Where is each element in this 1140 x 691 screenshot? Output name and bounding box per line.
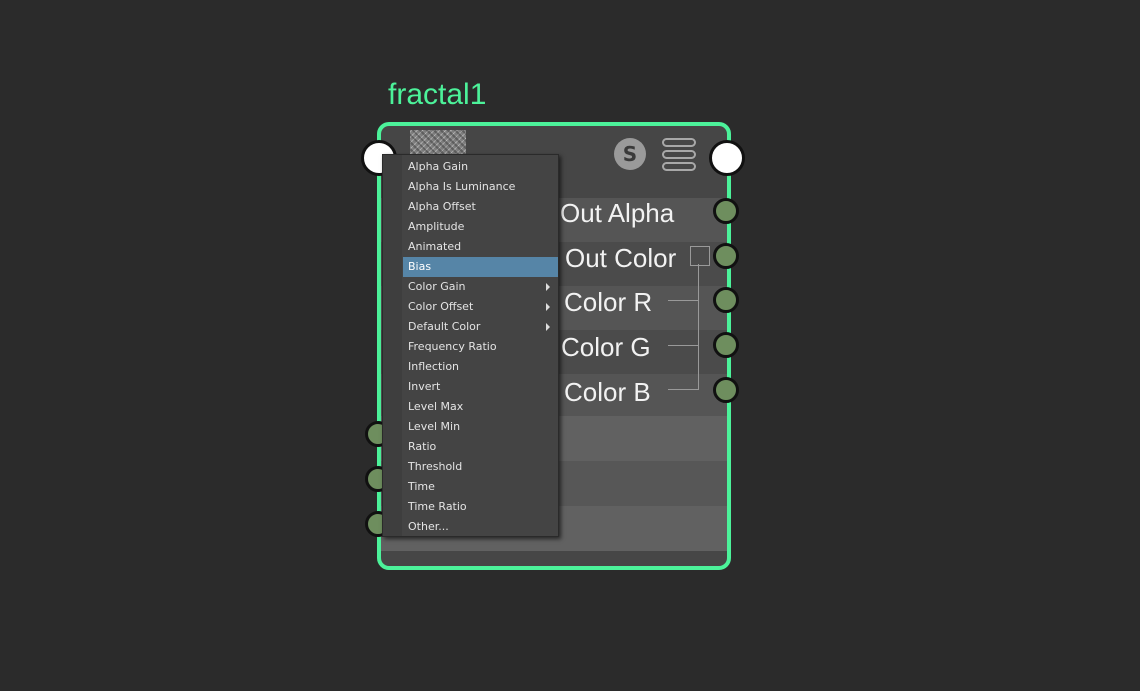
menu-item-amplitude[interactable]: Amplitude [403, 217, 558, 237]
attr-label-out-color: Out Color [565, 243, 677, 273]
port-out-color[interactable] [713, 243, 739, 269]
attr-label-out-alpha: Out Alpha [560, 198, 675, 228]
collapse-toggle[interactable] [690, 246, 710, 266]
port-out-alpha[interactable] [713, 198, 739, 224]
menu-item-bias[interactable]: Bias [403, 257, 558, 277]
submenu-arrow-icon [546, 283, 550, 291]
menu-item-inflection[interactable]: Inflection [403, 357, 558, 377]
menu-item-alpha-gain[interactable]: Alpha Gain [403, 157, 558, 177]
swatch-badge-icon[interactable]: S [614, 138, 646, 170]
menu-item-level-max[interactable]: Level Max [403, 397, 558, 417]
attr-label-color-g: Color G [561, 332, 651, 362]
menu-item-time[interactable]: Time [403, 477, 558, 497]
attr-label-color-b: Color B [564, 377, 651, 407]
submenu-arrow-icon [546, 323, 550, 331]
menu-item-default-color[interactable]: Default Color [403, 317, 558, 337]
menu-item-time-ratio[interactable]: Time Ratio [403, 497, 558, 517]
menu-item-color-gain[interactable]: Color Gain [403, 277, 558, 297]
menu-item-other[interactable]: Other... [403, 517, 558, 537]
menu-item-alpha-offset[interactable]: Alpha Offset [403, 197, 558, 217]
compound-connector-line [698, 264, 699, 390]
port-color-b[interactable] [713, 377, 739, 403]
menu-gutter [383, 155, 402, 536]
submenu-arrow-icon [546, 303, 550, 311]
add-attribute-menu[interactable]: Alpha Gain Alpha Is Luminance Alpha Offs… [382, 154, 559, 537]
attr-label-color-r: Color R [564, 287, 653, 317]
connector-line-r [668, 300, 698, 301]
menu-item-frequency-ratio[interactable]: Frequency Ratio [403, 337, 558, 357]
menu-item-ratio[interactable]: Ratio [403, 437, 558, 457]
menu-item-invert[interactable]: Invert [403, 377, 558, 397]
menu-item-color-offset[interactable]: Color Offset [403, 297, 558, 317]
menu-item-level-min[interactable]: Level Min [403, 417, 558, 437]
node-output-port[interactable] [709, 140, 745, 176]
port-color-r[interactable] [713, 287, 739, 313]
connector-line-b [668, 389, 698, 390]
connector-line-g [668, 345, 698, 346]
menu-item-alpha-is-luminance[interactable]: Alpha Is Luminance [403, 177, 558, 197]
port-color-g[interactable] [713, 332, 739, 358]
menu-item-animated[interactable]: Animated [403, 237, 558, 257]
node-display-mode-icon[interactable] [662, 138, 696, 172]
node-title: fractal1 [388, 78, 487, 111]
menu-item-threshold[interactable]: Threshold [403, 457, 558, 477]
